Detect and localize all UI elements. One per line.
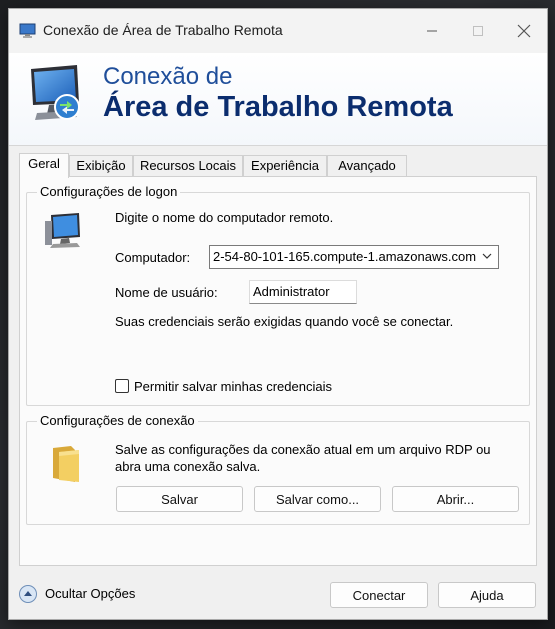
username-field[interactable]: Administrator [249,280,357,304]
connection-settings-legend: Configurações de conexão [37,413,198,428]
banner-header: Conexão de Área de Trabalho Remota [9,53,547,146]
rdp-window: Conexão de Área de Trabalho Remota Conex… [8,8,548,620]
minimize-icon [427,30,437,32]
footer-bar: Ocultar Opções Conectar Ajuda [9,569,547,619]
chevron-down-icon [482,253,492,259]
tab-panel-geral: Configurações de logon Digite o nome do … [19,176,537,566]
tab-experiencia[interactable]: Experiência [243,155,327,177]
username-label: Nome de usuário: [115,285,218,300]
connection-description-line1: Salve as configurações da conexão atual … [115,442,491,457]
logon-instruction: Digite o nome do computador remoto. [115,210,334,225]
connect-button[interactable]: Conectar [330,582,428,608]
tab-recursos-locais[interactable]: Recursos Locais [133,155,243,177]
computer-label: Computador: [115,250,191,265]
close-button[interactable] [501,9,547,53]
banner-title-line1: Conexão de [103,63,233,90]
save-credentials-label[interactable]: Permitir salvar minhas credenciais [134,379,332,394]
logon-settings-legend: Configurações de logon [37,184,181,199]
computer-icon [45,213,80,248]
credentials-note: Suas credenciais serão exigidas quando v… [115,314,454,329]
tab-avancado[interactable]: Avançado [327,155,407,177]
save-credentials-checkbox[interactable] [115,379,129,393]
save-button[interactable]: Salvar [116,486,243,512]
maximize-button[interactable] [455,9,501,53]
remote-desktop-app-icon [19,23,36,38]
maximize-icon [473,26,483,36]
banner-title-line2: Área de Trabalho Remota [103,91,453,123]
computer-value: 2-54-80-101-165.compute-1.amazonaws.com [213,249,477,264]
computer-combobox[interactable]: 2-54-80-101-165.compute-1.amazonaws.com [209,245,499,269]
logon-settings-group: Configurações de logon Digite o nome do … [26,184,530,406]
open-button[interactable]: Abrir... [392,486,519,512]
hide-options-toggle[interactable] [19,585,37,603]
remote-desktop-monitor-icon [31,65,80,120]
minimize-button[interactable] [409,9,455,53]
help-button[interactable]: Ajuda [438,582,536,608]
connection-description-line2: abra uma conexão salva. [115,459,261,474]
close-icon [517,24,531,38]
connection-settings-group: Configurações de conexão Salve as config… [26,413,530,525]
save-as-button[interactable]: Salvar como... [254,486,381,512]
hide-options-label[interactable]: Ocultar Opções [45,586,135,601]
window-title: Conexão de Área de Trabalho Remota [43,22,283,38]
tab-exibicao[interactable]: Exibição [69,155,133,177]
folder-icon [53,446,79,482]
tab-geral[interactable]: Geral [19,153,69,178]
title-bar[interactable]: Conexão de Área de Trabalho Remota [9,9,547,53]
chevron-up-icon [24,591,32,596]
